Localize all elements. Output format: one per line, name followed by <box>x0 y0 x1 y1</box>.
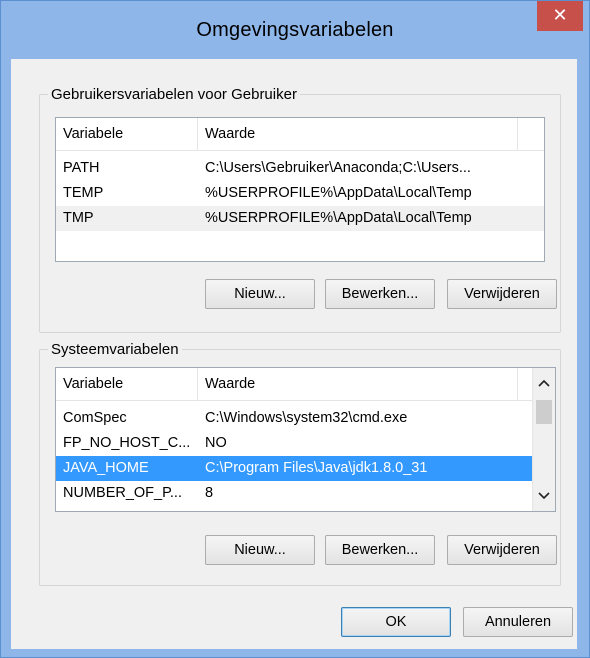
variable-name: JAVA_HOME <box>63 460 149 476</box>
user-variables-label: Gebruikersvariabelen voor Gebruiker <box>51 86 297 103</box>
variable-value: 8 <box>205 485 214 501</box>
variable-name: PATH <box>63 160 100 176</box>
scroll-down-icon[interactable] <box>533 485 555 507</box>
variable-value: %USERPROFILE%\AppData\Local\Temp <box>205 185 472 201</box>
table-row[interactable]: NUMBER_OF_P... 8 <box>56 481 532 506</box>
list-header: Variabele Waarde <box>56 118 544 151</box>
column-header-value[interactable]: Waarde <box>198 368 518 400</box>
window-title: Omgevingsvariabelen <box>196 19 394 41</box>
table-row[interactable]: TEMP %USERPROFILE%\AppData\Local\Temp <box>56 181 544 206</box>
system-edit-button[interactable]: Bewerken... <box>325 535 435 565</box>
system-delete-button[interactable]: Verwijderen <box>447 535 557 565</box>
dialog-client-area: Gebruikersvariabelen voor Gebruiker Vari… <box>11 59 577 649</box>
column-header-variable[interactable]: Variabele <box>56 118 198 150</box>
user-delete-button[interactable]: Verwijderen <box>447 279 557 309</box>
column-header-variable[interactable]: Variabele <box>56 368 198 400</box>
variable-value: C:\Users\Gebruiker\Anaconda;C:\Users... <box>205 160 471 176</box>
variable-name: TEMP <box>63 185 104 201</box>
user-new-button[interactable]: Nieuw... <box>205 279 315 309</box>
user-variables-list[interactable]: Variabele Waarde PATH C:\Users\Gebruiker… <box>55 117 545 262</box>
title-bar[interactable]: Omgevingsvariabelen ✕ <box>1 1 589 59</box>
vertical-scrollbar[interactable] <box>532 368 555 511</box>
environment-variables-dialog: Omgevingsvariabelen ✕ Gebruikersvariabel… <box>0 0 590 658</box>
variable-value: C:\Program Files\Java\jdk1.8.0_31 <box>205 460 428 476</box>
user-edit-button[interactable]: Bewerken... <box>325 279 435 309</box>
system-new-button[interactable]: Nieuw... <box>205 535 315 565</box>
variable-value: %USERPROFILE%\AppData\Local\Temp <box>205 210 472 226</box>
ok-button[interactable]: OK <box>341 607 451 637</box>
variable-name: FP_NO_HOST_C... <box>63 435 191 451</box>
table-row-selected[interactable]: JAVA_HOME C:\Program Files\Java\jdk1.8.0… <box>56 456 532 481</box>
system-variables-list[interactable]: Variabele Waarde ComSpec C:\Windows\syst… <box>55 367 556 512</box>
list-header: Variabele Waarde <box>56 368 532 401</box>
table-row[interactable]: FP_NO_HOST_C... NO <box>56 431 532 456</box>
close-icon: ✕ <box>552 5 568 25</box>
cancel-button[interactable]: Annuleren <box>463 607 573 637</box>
close-button[interactable]: ✕ <box>537 1 583 31</box>
table-row[interactable]: ComSpec C:\Windows\system32\cmd.exe <box>56 406 532 431</box>
scroll-thumb[interactable] <box>536 400 552 424</box>
variable-name: ComSpec <box>63 410 127 426</box>
column-header-value[interactable]: Waarde <box>198 118 518 150</box>
table-row[interactable]: TMP %USERPROFILE%\AppData\Local\Temp <box>56 206 544 231</box>
scroll-up-icon[interactable] <box>533 372 555 394</box>
variable-name: NUMBER_OF_P... <box>63 485 182 501</box>
variable-value: C:\Windows\system32\cmd.exe <box>205 410 408 426</box>
variable-name: TMP <box>63 210 94 226</box>
system-variables-label: Systeemvariabelen <box>51 341 179 358</box>
table-row[interactable]: PATH C:\Users\Gebruiker\Anaconda;C:\User… <box>56 156 544 181</box>
variable-value: NO <box>205 435 227 451</box>
